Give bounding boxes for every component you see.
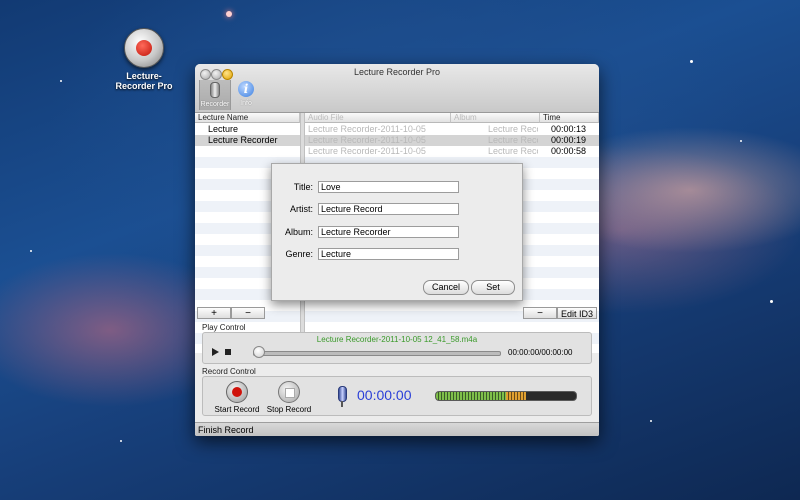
- genre-label: Genre:: [285, 249, 313, 259]
- album-cell: Lecture Recorder: [488, 135, 538, 145]
- stop-record-icon: [278, 381, 300, 403]
- lecture-name-cell: Lecture: [208, 124, 239, 134]
- table-row[interactable]: Lecture Recorder-2011-10-05 Lecture Reco…: [195, 146, 599, 157]
- genre-field[interactable]: [318, 248, 459, 260]
- audio-file-cell: Lecture Recorder-2011-10-05: [308, 124, 426, 134]
- column-header-audio-file[interactable]: Audio File: [305, 113, 451, 123]
- title-field[interactable]: [318, 181, 459, 193]
- audio-file-cell: Lecture Recorder-2011-10-05: [308, 135, 426, 145]
- play-icon[interactable]: [212, 348, 219, 356]
- star: [740, 140, 742, 142]
- add-lecture-button[interactable]: +: [197, 307, 231, 319]
- table-row[interactable]: Lecture Lecture Recorder-2011-10-05 Lect…: [195, 124, 599, 135]
- edit-id3-button[interactable]: Edit ID3: [557, 307, 597, 319]
- toolbar-info-label: Info: [240, 100, 252, 107]
- remove-lecture-button[interactable]: −: [231, 307, 265, 319]
- desktop-icon-label: Lecture- Recorder Pro: [115, 71, 173, 91]
- star: [650, 420, 652, 422]
- column-header-time[interactable]: Time: [540, 113, 599, 123]
- play-control-label: Play Control: [202, 323, 246, 332]
- status-bar: Finish Record: [195, 422, 599, 436]
- start-record-label: Start Record: [214, 405, 260, 414]
- table-row-selected[interactable]: Lecture Recorder Lecture Recorder-2011-1…: [195, 135, 599, 146]
- audio-file-cell: Lecture Recorder-2011-10-05: [308, 146, 426, 156]
- info-icon: i: [238, 81, 254, 97]
- album-cell: Lecture Recorder: [488, 124, 538, 134]
- stop-icon[interactable]: [225, 349, 231, 355]
- recording-stand-icon: [341, 401, 343, 407]
- star: [30, 250, 32, 252]
- toolbar-info-button[interactable]: i Info: [231, 80, 261, 110]
- time-cell: 00:00:19: [551, 135, 587, 145]
- time-cell: 00:00:58: [551, 146, 587, 156]
- stop-record-button[interactable]: Stop Record: [265, 381, 313, 415]
- star: [120, 440, 122, 442]
- album-label: Album:: [284, 227, 313, 237]
- lecture-name-cell: Lecture Recorder: [208, 135, 278, 145]
- input-level-meter: [435, 391, 577, 401]
- level-meter-segments: [436, 392, 506, 400]
- album-field[interactable]: [318, 226, 459, 238]
- edit-id3-dialog: Title: Artist: Album: Genre: Cancel Set: [271, 163, 523, 301]
- app-window: Lecture Recorder Pro Recorder i Info Lec…: [195, 64, 599, 436]
- star: [60, 80, 62, 82]
- record-icon: [226, 381, 248, 403]
- artist-label: Artist:: [289, 204, 313, 214]
- play-control-group: Lecture Recorder-2011-10-05 12_41_58.m4a…: [202, 332, 592, 364]
- column-header-lecture-name[interactable]: Lecture Name: [195, 113, 300, 123]
- artist-field[interactable]: [318, 203, 459, 215]
- cancel-button[interactable]: Cancel: [423, 280, 469, 295]
- stop-record-label: Stop Record: [266, 405, 312, 414]
- set-button[interactable]: Set: [471, 280, 515, 295]
- star: [226, 11, 232, 17]
- time-cell: 00:00:13: [551, 124, 587, 134]
- lecture-recorder-app-icon: [124, 28, 164, 68]
- column-header-album[interactable]: Album: [451, 113, 540, 123]
- title-bar: Lecture Recorder Pro Recorder i Info: [195, 64, 599, 113]
- desktop-app-icon[interactable]: Lecture- Recorder Pro: [112, 28, 176, 91]
- toolbar-recorder-label: Recorder: [200, 101, 230, 108]
- microphone-icon: [338, 386, 347, 402]
- record-control-group: Start Record Stop Record 00:00:00: [202, 376, 592, 416]
- window-title: Lecture Recorder Pro: [353, 67, 441, 77]
- title-label: Title:: [293, 182, 313, 192]
- record-timer: 00:00:00: [357, 387, 412, 403]
- playback-time: 00:00:00/00:00:00: [508, 348, 573, 357]
- current-file-name: Lecture Recorder-2011-10-05 12_41_58.m4a: [316, 335, 478, 344]
- playback-slider-track[interactable]: [253, 351, 501, 356]
- star: [770, 300, 773, 303]
- playback-slider-knob[interactable]: [253, 346, 265, 358]
- star: [690, 60, 693, 63]
- record-control-label: Record Control: [202, 367, 256, 376]
- level-meter-peak-segments: [506, 392, 526, 400]
- toolbar-recorder-button[interactable]: Recorder: [199, 80, 231, 110]
- album-cell: Lecture Recorder: [488, 146, 538, 156]
- start-record-button[interactable]: Start Record: [213, 381, 261, 415]
- remove-file-button[interactable]: −: [523, 307, 557, 319]
- microphone-icon: [210, 82, 220, 98]
